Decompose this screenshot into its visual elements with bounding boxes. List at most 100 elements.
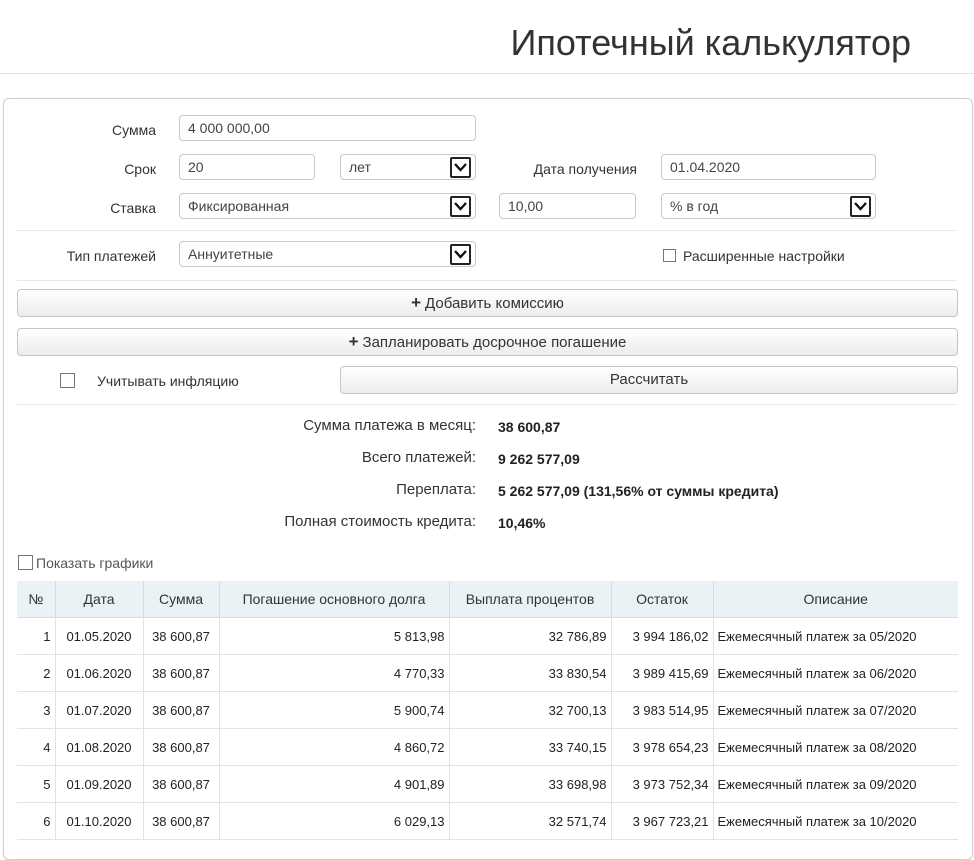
cell-description: Ежемесячный платеж за 05/2020 <box>713 617 958 655</box>
total-payments-label: Всего платежей: <box>361 449 476 466</box>
date-input[interactable]: 01.04.2020 <box>661 154 876 180</box>
cell-number: 6 <box>17 802 56 840</box>
cell-date: 01.05.2020 <box>55 617 144 655</box>
column-header-interest: Выплата процентов <box>449 581 612 618</box>
section-divider <box>17 404 957 405</box>
date-label: Дата получения <box>533 161 637 177</box>
chevron-down-icon <box>450 244 471 265</box>
column-header-date: Дата <box>55 581 144 618</box>
cell-principal: 4 901,89 <box>219 765 450 803</box>
total-payments-value: 9 262 577,09 <box>498 451 580 467</box>
full-cost-value: 10,46% <box>498 515 546 531</box>
cell-interest: 32 571,74 <box>449 802 612 840</box>
column-header-principal: Погашение основного долга <box>219 581 450 618</box>
payment-type-value: Аннуитетные <box>188 246 274 262</box>
cell-sum: 38 600,87 <box>143 802 220 840</box>
term-label: Срок <box>124 161 156 177</box>
rate-label: Ставка <box>110 200 156 216</box>
sum-input[interactable]: 4 000 000,00 <box>179 115 476 141</box>
cell-sum: 38 600,87 <box>143 691 220 729</box>
chevron-down-icon <box>450 196 471 217</box>
term-unit-value: лет <box>349 159 371 175</box>
payment-schedule-table: № Дата Сумма Погашение основного долга В… <box>17 581 958 840</box>
inflation-label: Учитывать инфляцию <box>97 373 239 389</box>
rate-input[interactable]: 10,00 <box>499 193 636 219</box>
payment-type-select[interactable]: Аннуитетные <box>179 241 476 267</box>
title-divider <box>0 73 974 74</box>
cell-interest: 33 740,15 <box>449 728 612 766</box>
show-charts-label: Показать графики <box>36 555 154 571</box>
page-title: Ипотечный калькулятор <box>510 22 911 63</box>
table-row: 4 01.08.2020 38 600,87 4 860,72 33 740,1… <box>17 728 958 766</box>
column-header-number: № <box>17 581 56 618</box>
column-header-balance: Остаток <box>611 581 714 618</box>
inflation-checkbox[interactable] <box>60 373 75 388</box>
cell-balance: 3 994 186,02 <box>611 617 714 655</box>
monthly-payment-label: Сумма платежа в месяц: <box>303 417 476 434</box>
plan-prepayment-button[interactable]: + Запланировать досрочное погашение <box>17 328 958 356</box>
table-header-row: № Дата Сумма Погашение основного долга В… <box>17 581 958 618</box>
cell-principal: 5 900,74 <box>219 691 450 729</box>
cell-description: Ежемесячный платеж за 08/2020 <box>713 728 958 766</box>
show-charts-checkbox[interactable] <box>18 555 33 570</box>
rate-unit-select[interactable]: % в год <box>661 193 876 219</box>
cell-sum: 38 600,87 <box>143 765 220 803</box>
cell-number: 2 <box>17 654 56 692</box>
cell-date: 01.10.2020 <box>55 802 144 840</box>
cell-balance: 3 967 723,21 <box>611 802 714 840</box>
cell-balance: 3 989 415,69 <box>611 654 714 692</box>
term-unit-select[interactable]: лет <box>340 154 476 180</box>
cell-description: Ежемесячный платеж за 09/2020 <box>713 765 958 803</box>
cell-sum: 38 600,87 <box>143 728 220 766</box>
cell-description: Ежемесячный платеж за 10/2020 <box>713 802 958 840</box>
table-row: 1 01.05.2020 38 600,87 5 813,98 32 786,8… <box>17 617 958 655</box>
add-commission-label: Добавить комиссию <box>425 295 564 312</box>
cell-principal: 4 860,72 <box>219 728 450 766</box>
column-header-sum: Сумма <box>143 581 220 618</box>
cell-number: 3 <box>17 691 56 729</box>
rate-type-value: Фиксированная <box>188 198 290 214</box>
sum-label: Сумма <box>112 122 156 138</box>
cell-description: Ежемесячный платеж за 07/2020 <box>713 691 958 729</box>
monthly-payment-value: 38 600,87 <box>498 419 561 435</box>
cell-balance: 3 978 654,23 <box>611 728 714 766</box>
cell-principal: 6 029,13 <box>219 802 450 840</box>
cell-principal: 5 813,98 <box>219 617 450 655</box>
rate-unit-value: % в год <box>670 198 719 214</box>
cell-date: 01.07.2020 <box>55 691 144 729</box>
add-commission-button[interactable]: + Добавить комиссию <box>17 289 958 317</box>
term-input[interactable]: 20 <box>179 154 315 180</box>
table-row: 2 01.06.2020 38 600,87 4 770,33 33 830,5… <box>17 654 958 692</box>
chevron-down-icon <box>850 196 871 217</box>
cell-interest: 32 700,13 <box>449 691 612 729</box>
cell-date: 01.08.2020 <box>55 728 144 766</box>
cell-principal: 4 770,33 <box>219 654 450 692</box>
advanced-settings-label: Расширенные настройки <box>683 248 845 264</box>
cell-interest: 33 830,54 <box>449 654 612 692</box>
plus-icon: + <box>348 332 359 351</box>
calculate-button[interactable]: Рассчитать <box>340 366 958 394</box>
plus-icon: + <box>411 293 422 312</box>
cell-interest: 32 786,89 <box>449 617 612 655</box>
full-cost-label: Полная стоимость кредита: <box>284 513 476 530</box>
cell-date: 01.09.2020 <box>55 765 144 803</box>
cell-date: 01.06.2020 <box>55 654 144 692</box>
table-row: 6 01.10.2020 38 600,87 6 029,13 32 571,7… <box>17 802 958 840</box>
cell-interest: 33 698,98 <box>449 765 612 803</box>
cell-description: Ежемесячный платеж за 06/2020 <box>713 654 958 692</box>
table-row: 3 01.07.2020 38 600,87 5 900,74 32 700,1… <box>17 691 958 729</box>
column-header-description: Описание <box>713 581 958 618</box>
rate-type-select[interactable]: Фиксированная <box>179 193 476 219</box>
cell-number: 4 <box>17 728 56 766</box>
payment-type-label: Тип платежей <box>66 248 156 264</box>
advanced-settings-checkbox[interactable] <box>663 249 676 262</box>
cell-sum: 38 600,87 <box>143 654 220 692</box>
overpayment-value: 5 262 577,09 (131,56% от суммы кредита) <box>498 483 779 499</box>
table-row: 5 01.09.2020 38 600,87 4 901,89 33 698,9… <box>17 765 958 803</box>
section-divider <box>17 230 957 231</box>
section-divider <box>17 280 957 281</box>
cell-balance: 3 973 752,34 <box>611 765 714 803</box>
cell-sum: 38 600,87 <box>143 617 220 655</box>
cell-number: 1 <box>17 617 56 655</box>
plan-prepayment-label: Запланировать досрочное погашение <box>362 334 627 351</box>
